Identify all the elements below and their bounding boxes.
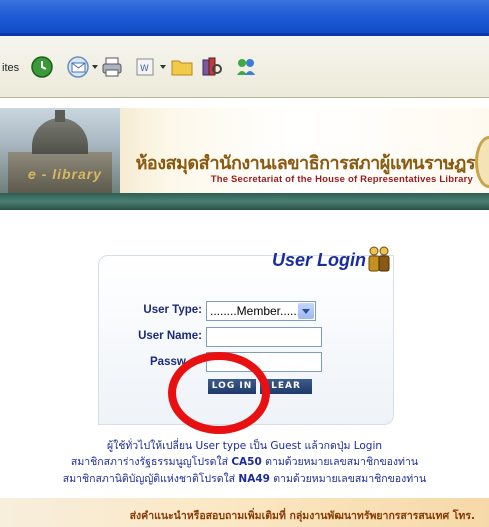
contact-footer: ส่งคำแนะนำหรือสอบถามเพิ่มเติมที่ กลุ่มงา… [0,498,489,527]
print-icon[interactable] [100,55,124,79]
info-ca50-code: CA50 [231,456,262,468]
info-ca50-pre: สมาชิกสภาร่างรัฐธรรมนูญโปรดใส่ [70,456,228,468]
emblem-seal-icon [475,136,489,188]
user-type-label: User Type: [143,304,202,316]
building-cupola [55,110,65,122]
library-banner: e - library ห้องสมุดสำนักงานเลขาธิการสภา… [0,108,489,193]
history-icon[interactable] [30,55,54,79]
mail-icon[interactable] [66,55,92,79]
edit-dropdown-icon[interactable] [160,65,166,69]
info-line-ca50: สมาชิกสภาร่างรัฐธรรมนูญโปรดใส่ CA50 ตามด… [0,453,489,470]
svg-text:W: W [140,64,149,74]
messenger-icon[interactable] [234,55,258,79]
chevron-down-icon[interactable] [298,303,314,319]
edit-icon[interactable]: W [134,55,156,79]
user-name-input[interactable] [206,327,322,347]
favorites-label[interactable]: ites [2,62,19,74]
browser-toolbar: ites W [0,36,489,98]
mail-dropdown-icon[interactable] [92,65,98,69]
window-titlebar [0,0,489,36]
login-title: User Login [272,250,367,270]
footer-contact-text: ส่งคำแนะนำหรือสอบถามเพิ่มเติมที่ กลุ่มงา… [129,510,475,522]
banner-divider-bar [0,193,489,210]
research-icon[interactable] [200,55,224,79]
page-top-gap [0,98,489,108]
library-title-english: The Secretariat of the House of Represen… [210,174,473,185]
library-title-thai: ห้องสมุดสำนักงานเลขาธิการสภาผู้แทนราษฎร [135,153,476,174]
info-na49-post: ตามด้วยหมายเลขสมาชิกของท่าน [273,473,427,485]
info-guest-text: ผู้ใช้ทั่วไปให้เปลี่ยน User type เป็น Gu… [106,440,383,452]
info-na49-pre: สมาชิกสภานิติบัญญัติแห่งชาติโปรดใส่ [62,473,236,485]
info-na49-code: NA49 [238,473,270,485]
folder-icon[interactable] [170,55,194,79]
user-type-select[interactable]: ........Member........ [206,301,316,321]
annotation-red-circle [168,352,270,434]
users-icon [368,246,390,272]
info-ca50-post: ตามด้วยหมายเลขสมาชิกของท่าน [265,456,419,468]
user-name-label: User Name: [138,330,202,342]
elibrary-logo-text: e - library [28,166,103,182]
info-line-na49: สมาชิกสภานิติบัญญัติแห่งชาติโปรดใส่ NA49… [0,470,489,487]
building-dome [32,118,88,154]
info-line-guest: ผู้ใช้ทั่วไปให้เปลี่ยน User type เป็น Gu… [0,437,489,454]
parliament-building-image: e - library [0,108,120,193]
user-type-value: ........Member........ [210,304,307,318]
